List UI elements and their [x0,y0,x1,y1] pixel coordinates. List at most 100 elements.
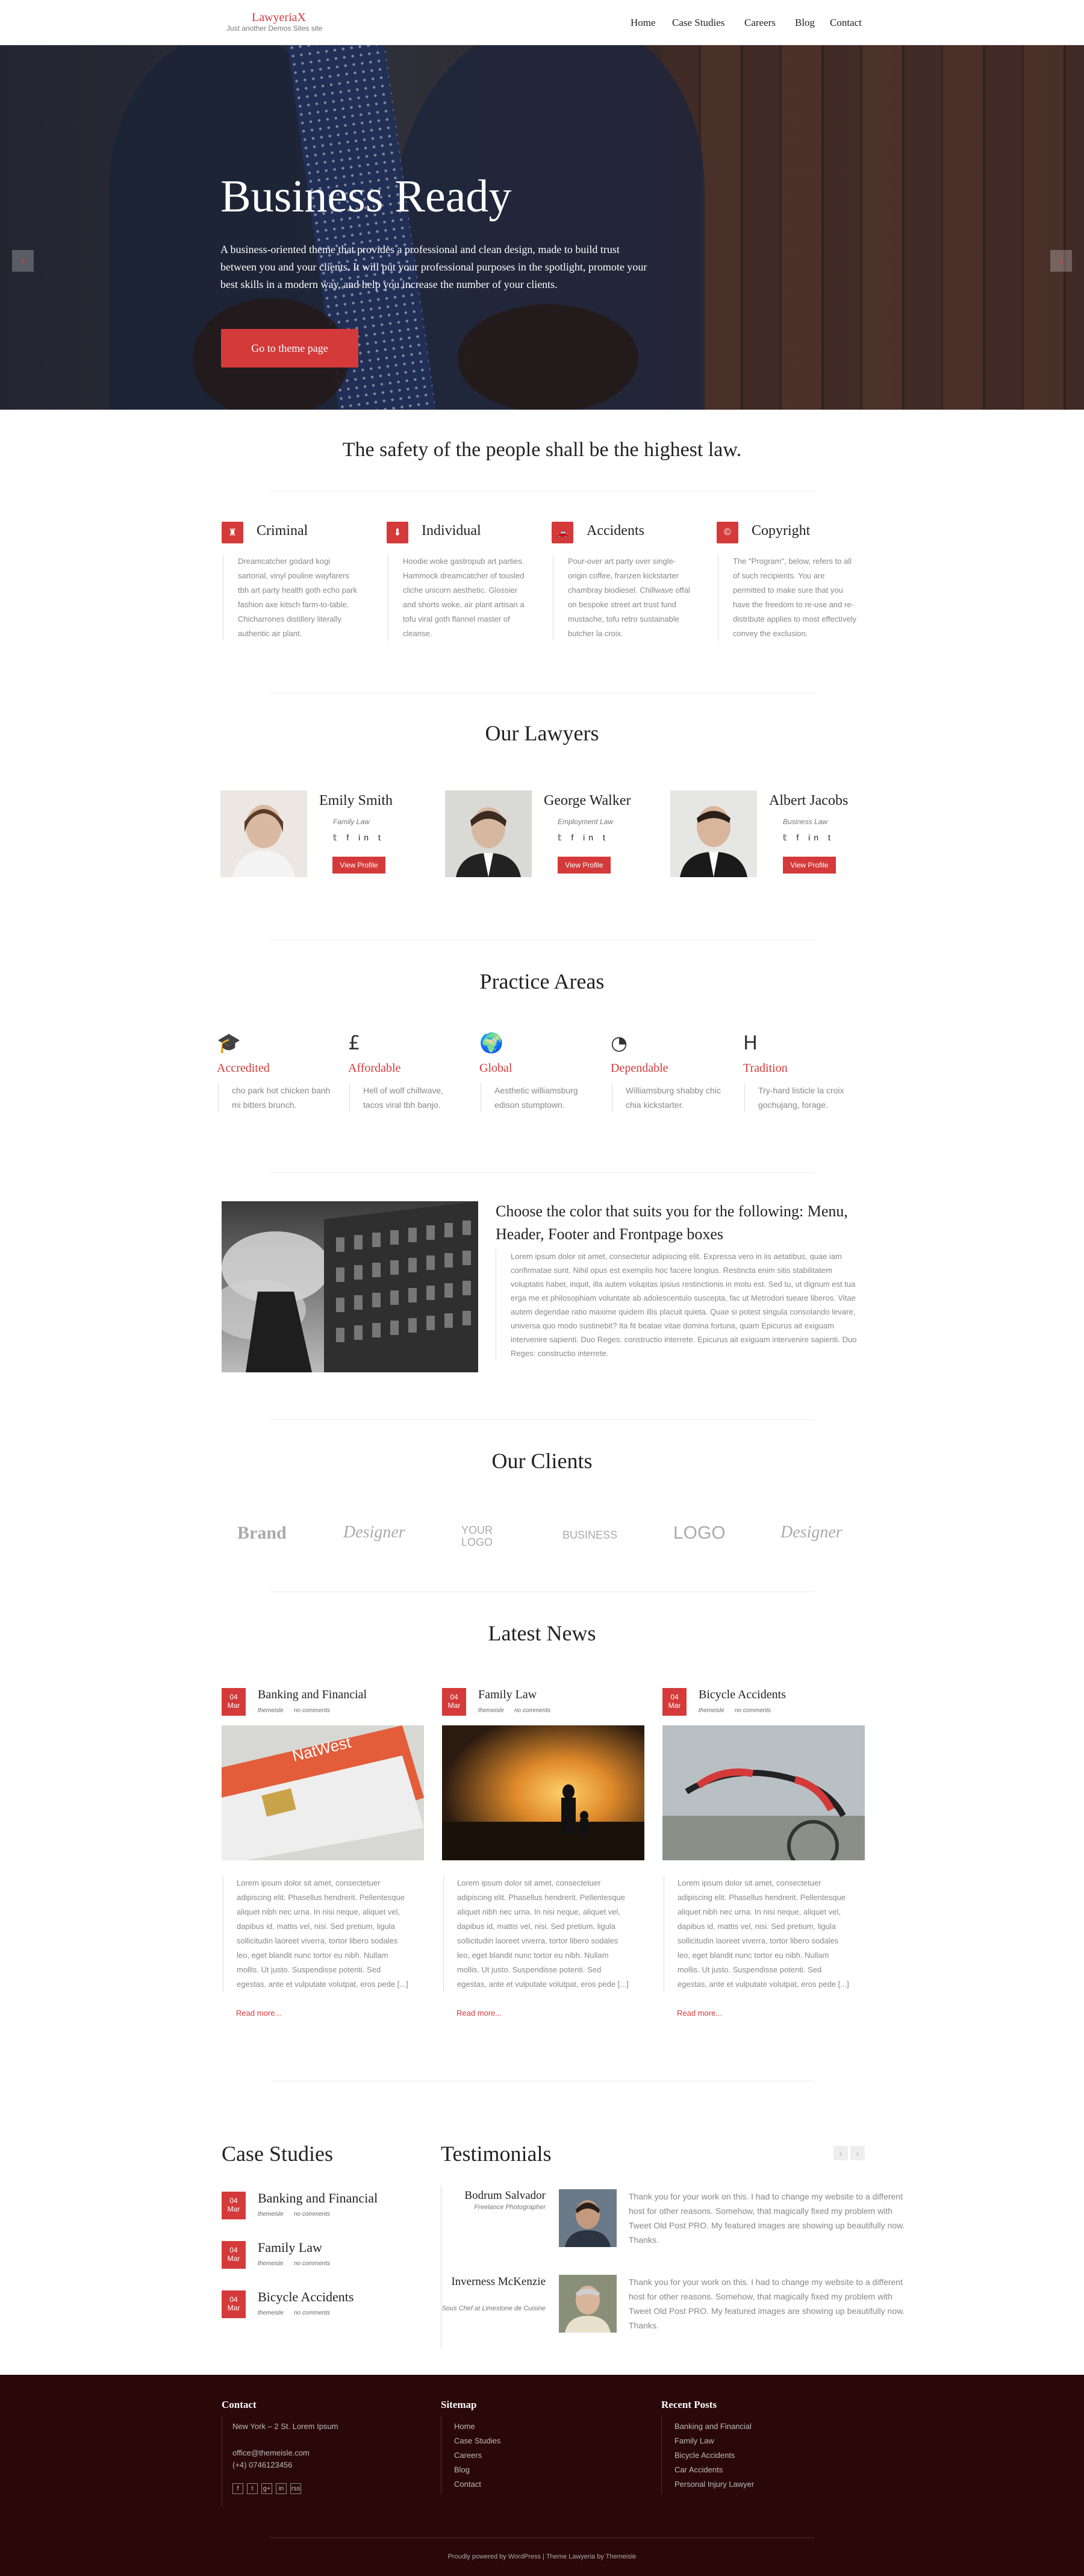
practice-heading: Practice Areas [479,969,605,993]
hero-slider: Business Ready A business-oriented theme… [0,45,1084,410]
news-author[interactable]: themeisle [478,1707,504,1714]
graduation-cap-icon: 🎓 [217,1031,241,1054]
date-month: Mar [447,1701,461,1710]
lawyer-photo[interactable] [445,790,532,877]
testimonial-name: Bodrum Salvador [464,2189,546,2202]
client-logo-your-logo[interactable]: YOUR LOGO [461,1524,516,1548]
read-more-link[interactable]: Read more... [236,2009,281,2018]
case-study-comments[interactable]: no comments [294,2260,330,2267]
nav-contact[interactable]: Contact [830,17,862,29]
section-divider [270,1172,814,1173]
footer-recent-post[interactable]: Car Accidents [674,2465,723,2474]
case-study-title[interactable]: Bicycle Accidents [258,2289,354,2305]
footer-link-case-studies[interactable]: Case Studies [454,2436,500,2445]
testimonial-role: Sous Chef at Limestone de Cuisine [441,2305,546,2312]
site-tagline: Just another Demos Sites site [226,24,323,33]
lawyer-social-icons[interactable]: 𝕥 f in t [333,833,384,843]
footer-link-careers[interactable]: Careers [454,2451,482,2460]
google-plus-icon[interactable]: g+ [261,2483,272,2494]
date-badge: 04 Mar [222,2241,246,2269]
lawyer-photo[interactable] [220,790,307,877]
testimonial-next-icon[interactable]: › [850,2146,865,2160]
testimonial-text: Thank you for your work on this. I had t… [629,2277,905,2330]
client-logo-business[interactable]: BUSINESS [562,1529,617,1542]
read-more-link[interactable]: Read more... [677,2009,722,2018]
linkedin-icon[interactable]: in [276,2483,287,2494]
practice-title: Tradition [743,1061,788,1075]
case-study-author[interactable]: themeisle [258,2211,284,2218]
date-day: 04 [229,2246,238,2254]
lawyers-heading: Our Lawyers [485,721,599,745]
footer-recent-post[interactable]: Banking and Financial [674,2422,752,2431]
nav-home[interactable]: Home [631,17,656,29]
nav-blog[interactable]: Blog [795,17,815,29]
news-title[interactable]: Banking and Financial [258,1688,367,1702]
theme-page-button[interactable]: Go to theme page [221,329,358,367]
lawyer-photo[interactable] [670,790,757,877]
news-excerpt: Lorem ipsum dolor sit amet, consectetuer… [223,1876,412,1992]
case-studies-heading: Case Studies [222,2142,333,2166]
news-heading: Latest News [488,1621,596,1645]
news-image[interactable] [662,1725,865,1860]
client-logo-brand[interactable]: Brand [237,1523,287,1543]
feature-title-individual: Individual [422,523,481,539]
footer-link-blog[interactable]: Blog [454,2465,470,2474]
news-image[interactable] [442,1725,644,1860]
practice-title: Accredited [217,1061,270,1075]
news-comments[interactable]: no comments [294,1707,330,1714]
date-month: Mar [227,2254,240,2263]
practice-text: Williamsburg shabby chic chia kickstarte… [612,1083,726,1112]
news-comments[interactable]: no comments [514,1707,550,1714]
footer-column-rule [661,2416,662,2494]
twitter-icon[interactable]: t [247,2483,258,2494]
news-excerpt: Lorem ipsum dolor sit amet, consectetuer… [443,1876,632,1992]
footer-recent-post[interactable]: Bicycle Accidents [674,2451,735,2460]
hero-description: A business-oriented theme that provides … [220,243,647,290]
case-study-comments[interactable]: no comments [294,2310,330,2316]
color-section-title: Choose the color that suits you for the … [496,1202,848,1243]
rss-icon[interactable]: rss [290,2483,301,2494]
practice-text: Try-hard listicle la croix gochujang, fo… [744,1083,859,1112]
news-image[interactable]: NatWest [222,1725,424,1860]
facebook-icon[interactable]: f [232,2483,243,2494]
case-study-comments[interactable]: no comments [294,2211,330,2218]
client-logo-designer[interactable]: Designer [343,1523,405,1542]
news-author[interactable]: themeisle [258,1707,284,1714]
feature-title-criminal: Criminal [257,523,308,539]
pie-chart-icon: ◔ [611,1031,628,1054]
footer-contact-heading: Contact [222,2399,257,2410]
case-study-author[interactable]: themeisle [258,2260,284,2267]
case-study-author[interactable]: themeisle [258,2310,284,2316]
view-profile-button[interactable]: View Profile [332,857,385,874]
nav-careers[interactable]: Careers [744,17,776,29]
date-badge: 04 Mar [222,2192,246,2219]
slider-next-arrow-icon[interactable]: › [1050,250,1072,272]
footer-link-contact[interactable]: Contact [454,2480,481,2489]
footer-recent-post[interactable]: Family Law [674,2436,714,2445]
lawyer-name: Emily Smith [319,793,393,808]
date-day: 04 [450,1693,458,1701]
news-title[interactable]: Family Law [478,1688,537,1702]
case-study-title[interactable]: Family Law [258,2240,322,2256]
news-title[interactable]: Bicycle Accidents [699,1688,786,1702]
footer-link-home[interactable]: Home [454,2422,475,2431]
case-study-title[interactable]: Banking and Financial [258,2190,378,2206]
view-profile-button[interactable]: View Profile [783,857,836,874]
client-logo-logo[interactable]: LOGO [673,1523,726,1543]
lawyer-social-icons[interactable]: 𝕥 f in t [783,833,834,843]
car-icon: 🚗 [552,522,573,543]
site-logo[interactable]: LawyeriaX [252,11,306,25]
footer-recent-post[interactable]: Personal Injury Lawyer [674,2480,754,2489]
read-more-link[interactable]: Read more... [456,2009,502,2018]
footer-email[interactable]: office@themeisle.com [232,2448,310,2457]
news-comments[interactable]: no comments [735,1707,771,1714]
news-author[interactable]: themeisle [699,1707,724,1714]
practice-title: Dependable [611,1061,668,1075]
view-profile-button[interactable]: View Profile [558,857,611,874]
lawyer-social-icons[interactable]: 𝕥 f in t [558,833,609,843]
footer-copyright: Proudly powered by WordPress | Theme Law… [447,2553,637,2560]
testimonial-prev-icon[interactable]: ‹ [833,2146,848,2160]
nav-case-studies[interactable]: Case Studies [672,17,724,29]
client-logo-designer[interactable]: Designer [780,1523,843,1542]
slider-prev-arrow-icon[interactable]: ‹ [12,250,34,272]
